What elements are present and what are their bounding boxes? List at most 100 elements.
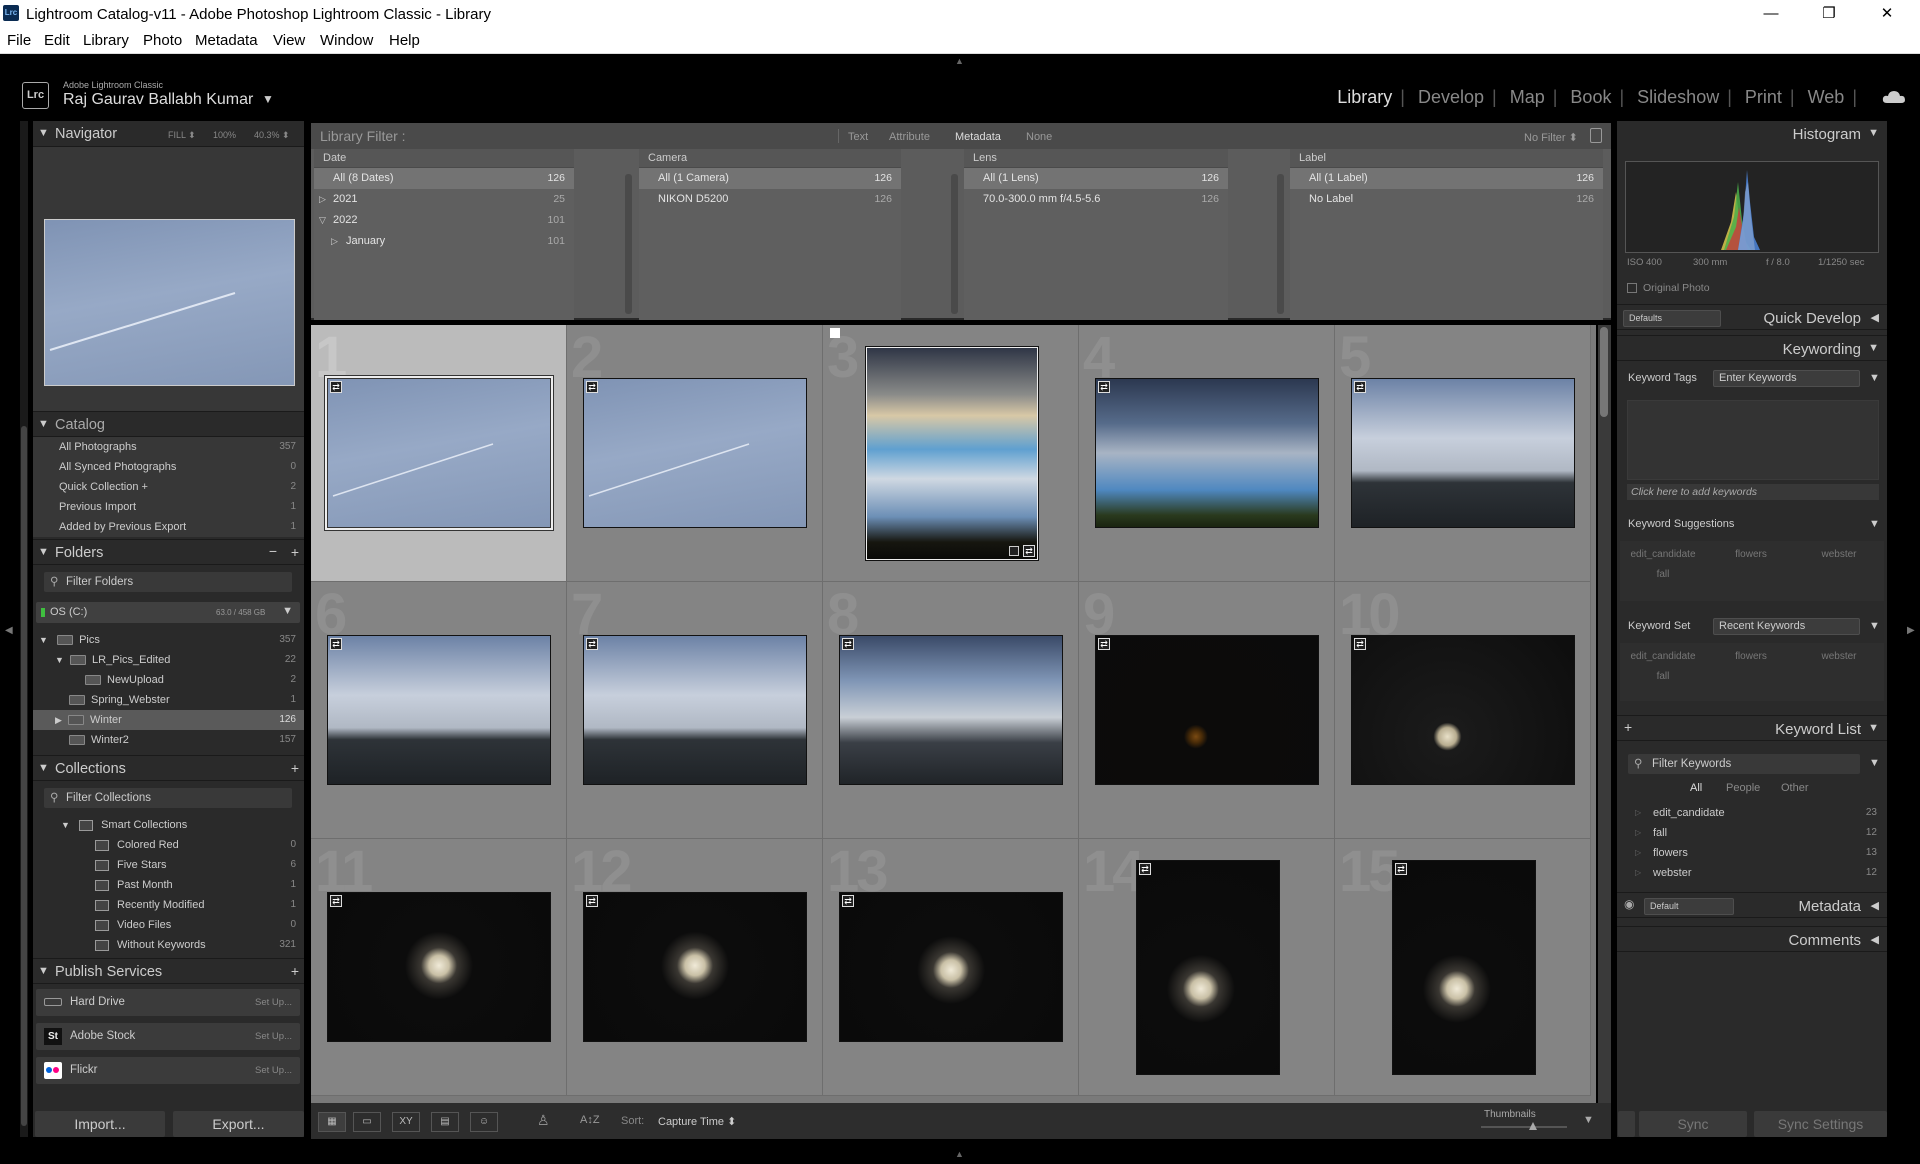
add-folder-button[interactable]: + xyxy=(291,544,299,560)
edited-badge-icon[interactable]: ⇄ xyxy=(330,895,342,907)
loupe-view-icon[interactable]: ▭ xyxy=(353,1112,381,1132)
module-slideshow[interactable]: Slideshow xyxy=(1637,87,1719,108)
left-panel-scrollbar[interactable] xyxy=(20,121,28,1137)
column-header-lens[interactable]: Lens xyxy=(964,149,1228,168)
grid-cell[interactable]: 13 ⇄ xyxy=(823,839,1079,1096)
keyword-row[interactable]: ▷ webster 12 xyxy=(1627,863,1877,883)
sort-direction-icon[interactable]: A↕Z xyxy=(580,1114,600,1126)
photo-thumbnail[interactable] xyxy=(840,893,1062,1041)
keyword-list-header[interactable]: + Keyword List ▼ xyxy=(1617,715,1887,741)
add-keywords-hint[interactable]: Click here to add keywords xyxy=(1627,484,1879,500)
grid-view-icon[interactable]: ▦ xyxy=(318,1112,346,1132)
flag-icon[interactable] xyxy=(830,328,840,338)
comments-header[interactable]: Comments ◀ xyxy=(1617,926,1887,952)
browser-row[interactable]: All (1 Lens) 126 xyxy=(964,168,1228,189)
keyword-suggestions-menu-icon[interactable]: ▼ xyxy=(1869,518,1880,530)
edited-badge-icon[interactable]: ⇄ xyxy=(1395,863,1407,875)
photo-thumbnail[interactable] xyxy=(1352,636,1574,784)
compare-view-icon[interactable]: XY xyxy=(392,1112,420,1132)
import-button[interactable]: Import... xyxy=(35,1111,165,1137)
grid-cell[interactable]: 6 ⇄ xyxy=(311,582,567,839)
grid-cell[interactable]: 1 ⇄ xyxy=(311,325,567,582)
export-button[interactable]: Export... xyxy=(173,1111,304,1137)
grid-cell[interactable]: 2 ⇄ xyxy=(567,325,823,582)
publish-adobe-stock[interactable]: St Adobe Stock Set Up... xyxy=(36,1023,300,1050)
browser-row[interactable]: ▷ January 101 xyxy=(314,231,574,252)
keyword-set-dropdown[interactable]: Recent Keywords xyxy=(1713,618,1860,635)
edited-badge-icon[interactable]: ⇄ xyxy=(842,895,854,907)
toolbar-options-icon[interactable]: ▼ xyxy=(1583,1114,1594,1126)
edited-badge-icon[interactable]: ⇄ xyxy=(1354,381,1366,393)
menu-help[interactable]: Help xyxy=(389,32,420,49)
maximize-button[interactable]: ❐ xyxy=(1800,0,1858,28)
grid-cell[interactable]: 4 ⇄ xyxy=(1079,325,1335,582)
add-keyword-button[interactable]: + xyxy=(1624,719,1632,735)
module-print[interactable]: Print xyxy=(1745,87,1782,108)
remove-folder-button[interactable]: − xyxy=(269,543,277,559)
histogram-chart[interactable] xyxy=(1625,161,1879,253)
folders-header[interactable]: ▼ Folders − + xyxy=(33,539,304,565)
quick-develop-header[interactable]: Defaults Quick Develop ◀ xyxy=(1617,304,1887,330)
publish-hard-drive[interactable]: Hard Drive Set Up... xyxy=(36,989,300,1016)
painter-icon[interactable]: ♙ xyxy=(537,1112,550,1129)
edited-badge-icon[interactable]: ⇄ xyxy=(330,381,342,393)
set-keyword[interactable]: webster xyxy=(1796,651,1882,662)
suggestion-keyword[interactable]: edit_candidate xyxy=(1620,549,1706,560)
menu-library[interactable]: Library xyxy=(83,32,129,49)
setup-link[interactable]: Set Up... xyxy=(255,1057,292,1084)
collection-row[interactable]: Recently Modified 1 xyxy=(33,895,304,915)
set-keyword[interactable]: flowers xyxy=(1708,651,1794,662)
photo-thumbnail[interactable] xyxy=(1393,861,1535,1074)
grid-cell[interactable]: 11 ⇄ xyxy=(311,839,567,1096)
grid-cell[interactable]: 8 ⇄ xyxy=(823,582,1079,839)
keyword-tab-people[interactable]: People xyxy=(1726,782,1760,794)
browser-row[interactable]: ▷ 2021 25 xyxy=(314,189,574,210)
edited-badge-icon[interactable]: ⇄ xyxy=(1098,381,1110,393)
publish-flickr[interactable]: Flickr Set Up... xyxy=(36,1057,300,1084)
keyword-tab-all[interactable]: All xyxy=(1690,782,1702,794)
grid-cell[interactable]: 15 ⇄ xyxy=(1335,839,1591,1096)
suggestion-keyword[interactable]: fall xyxy=(1620,569,1706,580)
suggestion-keyword[interactable]: webster xyxy=(1796,549,1882,560)
catalog-item[interactable]: Previous Import 1 xyxy=(33,497,304,517)
photo-thumbnail[interactable] xyxy=(328,636,550,784)
browser-row[interactable]: NIKON D5200 126 xyxy=(639,189,901,210)
folder-row[interactable]: ▼ Pics 357 xyxy=(33,630,304,650)
crop-badge-icon[interactable] xyxy=(1009,546,1019,556)
grid-cell[interactable]: 5 ⇄ xyxy=(1335,325,1591,582)
grid-cell[interactable]: 10 ⇄ xyxy=(1335,582,1591,839)
browser-row[interactable]: ▽ 2022 101 xyxy=(314,210,574,231)
filter-tab-none[interactable]: None xyxy=(1026,131,1052,143)
keyword-list-menu-icon[interactable]: ▼ xyxy=(1869,757,1880,769)
photo-thumbnail[interactable] xyxy=(1096,636,1318,784)
metadata-header[interactable]: ◉ Default Metadata ◀ xyxy=(1617,892,1887,918)
close-button[interactable]: ✕ xyxy=(1858,0,1916,28)
module-book[interactable]: Book xyxy=(1570,87,1611,108)
publish-services-header[interactable]: ▼ Publish Services + xyxy=(33,958,304,984)
filter-tab-metadata[interactable]: Metadata xyxy=(955,131,1001,143)
survey-view-icon[interactable]: ▤ xyxy=(431,1112,459,1132)
keyword-set-menu-icon[interactable]: ▼ xyxy=(1869,620,1880,632)
sync-button[interactable]: Sync xyxy=(1639,1111,1747,1137)
edited-badge-icon[interactable]: ⇄ xyxy=(586,381,598,393)
photo-thumbnail[interactable] xyxy=(584,379,806,527)
suggestion-keyword[interactable]: flowers xyxy=(1708,549,1794,560)
folder-row[interactable]: ▼ LR_Pics_Edited 22 xyxy=(33,650,304,670)
left-panel-toggle-icon[interactable]: ◀ xyxy=(5,625,13,636)
minimize-button[interactable]: — xyxy=(1742,0,1800,28)
setup-link[interactable]: Set Up... xyxy=(255,1023,292,1050)
folder-row[interactable]: NewUpload 2 xyxy=(33,670,304,690)
menu-view[interactable]: View xyxy=(273,32,305,49)
zoom-fill[interactable]: FILL ⬍ xyxy=(168,130,196,141)
filter-collections-input[interactable]: ⚲ Filter Collections xyxy=(44,788,292,808)
people-view-icon[interactable]: ☺ xyxy=(470,1112,498,1132)
keyword-tags-menu-icon[interactable]: ▼ xyxy=(1869,372,1880,384)
filter-keywords-input[interactable]: ⚲ Filter Keywords xyxy=(1628,754,1860,774)
edited-badge-icon[interactable]: ⇄ xyxy=(842,638,854,650)
menu-file[interactable]: File xyxy=(7,32,31,49)
cloud-icon[interactable] xyxy=(1882,90,1906,104)
original-photo-checkbox[interactable] xyxy=(1627,283,1637,293)
photo-thumbnail[interactable] xyxy=(866,347,1038,560)
filter-folders-input[interactable]: ⚲ Filter Folders xyxy=(44,572,292,592)
browser-row[interactable]: All (1 Camera) 126 xyxy=(639,168,901,189)
